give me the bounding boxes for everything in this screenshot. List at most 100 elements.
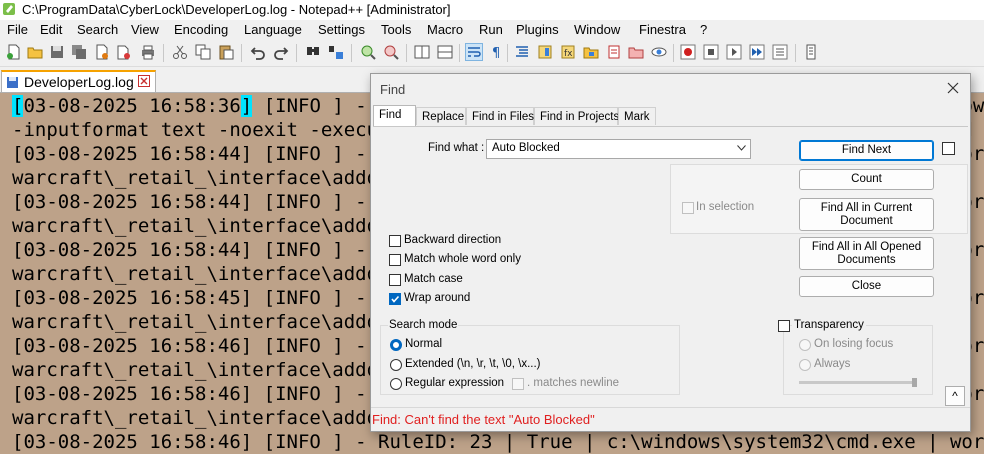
sync-vertical-icon[interactable] [414, 44, 430, 60]
tab-find-in-projects[interactable]: Find in Projects [534, 107, 619, 125]
menu-window[interactable]: Window [574, 22, 620, 37]
open-file-icon[interactable] [27, 44, 43, 60]
save-icon[interactable] [49, 44, 65, 60]
show-all-chars-icon[interactable]: ¶ [489, 44, 505, 60]
matches-newline-checkbox[interactable] [512, 378, 524, 390]
find-next-button[interactable]: Find Next [799, 140, 934, 161]
close-all-icon[interactable] [116, 44, 132, 60]
collapse-button[interactable]: ^ [945, 386, 965, 406]
tab-replace[interactable]: Replace [416, 107, 466, 125]
extended-mode-radio[interactable] [390, 359, 402, 371]
zoom-out-icon[interactable] [383, 44, 399, 60]
stop-record-icon[interactable] [703, 44, 719, 60]
toolbar-separator [507, 44, 508, 62]
folder-as-workspace-icon[interactable] [628, 44, 644, 60]
toolbar-separator [795, 44, 796, 62]
save-macro-icon[interactable] [772, 44, 788, 60]
run-macro-multiple-icon[interactable] [749, 44, 765, 60]
toolbar-separator [163, 44, 164, 62]
print-icon[interactable] [140, 44, 156, 60]
find-all-current-document-button[interactable]: Find All in Current Document [799, 198, 934, 231]
close-icon[interactable] [94, 44, 110, 60]
chevron-down-icon[interactable] [737, 145, 746, 151]
wrap-around-checkbox[interactable] [389, 293, 401, 305]
toolbar-separator [406, 44, 407, 62]
backward-direction-label: Backward direction [404, 234, 502, 246]
search-mode-title: Search mode [388, 319, 459, 331]
in-selection-checkbox[interactable] [682, 202, 694, 214]
record-macro-icon[interactable] [680, 44, 696, 60]
normal-mode-radio[interactable] [390, 339, 402, 351]
toolbar-separator [351, 44, 352, 62]
undo-icon[interactable] [250, 44, 266, 60]
zoom-in-icon[interactable] [360, 44, 376, 60]
on-losing-focus-radio[interactable] [799, 339, 811, 351]
menu-plugins[interactable]: Plugins [516, 22, 559, 37]
matches-newline-label: . matches newline [527, 377, 620, 389]
sync-horizontal-icon[interactable] [437, 44, 453, 60]
toolbar-separator [673, 44, 674, 62]
backward-direction-checkbox[interactable] [389, 235, 401, 247]
checkmark-icon [391, 295, 400, 303]
regex-mode-radio[interactable] [390, 378, 402, 390]
menu-macro[interactable]: Macro [427, 22, 463, 37]
menu-encoding[interactable]: Encoding [174, 22, 228, 37]
count-button[interactable]: Count [799, 169, 934, 190]
always-radio[interactable] [799, 359, 811, 371]
find-next-option-checkbox[interactable] [942, 142, 955, 155]
paste-icon[interactable] [218, 44, 234, 60]
tab-close-icon[interactable] [138, 75, 150, 87]
dialog-title-bar[interactable]: Find [371, 74, 970, 104]
cut-icon[interactable] [172, 44, 188, 60]
transparency-checkbox[interactable] [778, 320, 790, 332]
redo-icon[interactable] [273, 44, 289, 60]
tab-mark[interactable]: Mark [618, 107, 656, 125]
menu-help[interactable]: ? [700, 22, 707, 37]
replace-icon[interactable] [328, 44, 344, 60]
brace-match-highlight: [ [12, 95, 24, 117]
folder-workspace-icon[interactable] [583, 44, 599, 60]
toolbar-separator [459, 44, 460, 62]
indent-guide-icon[interactable] [514, 44, 530, 60]
menu-language[interactable]: Language [244, 22, 302, 37]
close-button[interactable]: Close [799, 276, 934, 297]
tab-label: DeveloperLog.log [24, 74, 134, 90]
transparency-slider[interactable] [799, 381, 917, 384]
status-message: Find: Can't find the text "Auto Blocked" [372, 412, 595, 427]
menu-run[interactable]: Run [479, 22, 503, 37]
menu-edit[interactable]: Edit [40, 22, 62, 37]
document-map-icon[interactable] [537, 44, 553, 60]
tab-developerlog[interactable]: DeveloperLog.log [1, 70, 156, 92]
transparency-slider-thumb[interactable] [912, 378, 917, 387]
play-macro-icon[interactable] [726, 44, 742, 60]
new-file-icon[interactable] [6, 44, 22, 60]
match-whole-word-checkbox[interactable] [389, 254, 401, 266]
menu-settings[interactable]: Settings [318, 22, 365, 37]
transparency-label: Transparency [792, 319, 866, 331]
document-list-icon[interactable] [606, 44, 622, 60]
match-case-checkbox[interactable] [389, 274, 401, 286]
in-selection-label: In selection [696, 201, 755, 213]
menu-file[interactable]: File [7, 22, 28, 37]
menu-view[interactable]: View [131, 22, 159, 37]
dialog-close-icon[interactable] [946, 81, 960, 95]
on-losing-focus-label: On losing focus [814, 338, 894, 350]
word-wrap-icon[interactable] [465, 43, 483, 61]
function-list-icon[interactable]: fx [560, 44, 576, 60]
monitoring-icon[interactable] [651, 44, 667, 60]
tab-find-in-files[interactable]: Find in Files [466, 107, 534, 125]
find-all-opened-documents-button[interactable]: Find All in All Opened Documents [799, 237, 934, 270]
always-label: Always [814, 358, 851, 370]
svg-text:¶: ¶ [492, 46, 500, 60]
menu-tools[interactable]: Tools [381, 22, 411, 37]
menu-search[interactable]: Search [77, 22, 118, 37]
panel-icon[interactable] [803, 44, 819, 60]
menu-finestra[interactable]: Finestra [639, 22, 686, 37]
brace-match-highlight: ] [240, 95, 253, 117]
copy-icon[interactable] [195, 44, 211, 60]
find-what-combobox[interactable]: Auto Blocked [486, 139, 751, 159]
save-all-icon[interactable] [71, 44, 87, 60]
tab-find[interactable]: Find [373, 105, 416, 126]
editor-line: [03-08-2025 16:58:46] [INFO ] - RuleID: … [12, 431, 984, 453]
find-icon[interactable] [305, 44, 321, 60]
